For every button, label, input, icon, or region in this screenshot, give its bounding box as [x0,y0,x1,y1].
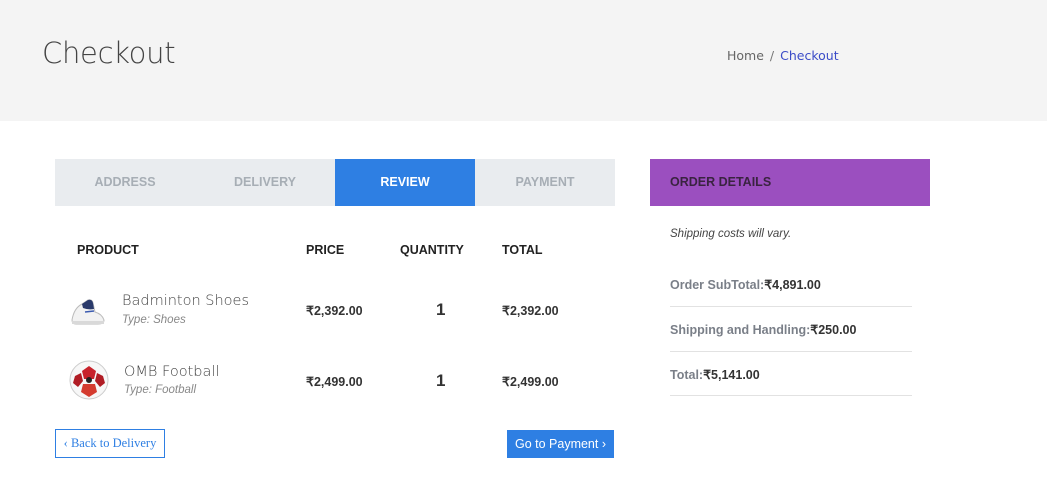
product-type: Type: Shoes [122,314,186,326]
subtotal-label: Order SubTotal: [670,278,765,292]
back-to-delivery-button[interactable]: ‹ Back to Delivery [55,429,165,458]
total-label: Total: [670,368,704,382]
shipping-label: Shipping and Handling: [670,323,811,337]
order-total: Total:₹5,141.00 [670,351,912,396]
step-address[interactable]: ADDRESS [55,159,195,206]
product-name[interactable]: Badminton Shoes [122,293,249,309]
football-icon [69,360,109,400]
step-delivery[interactable]: DELIVERY [195,159,335,206]
shoe-icon [68,290,108,330]
step-payment[interactable]: PAYMENT [475,159,615,206]
breadcrumb-current[interactable]: Checkout [780,48,838,63]
header-total: TOTAL [502,243,543,257]
header-quantity: QUANTITY [400,243,464,257]
product-price: ₹2,499.00 [306,375,363,389]
table-row: Badminton Shoes Type: Shoes ₹2,392.00 1 … [55,282,615,342]
product-quantity: 1 [436,300,446,319]
header-product: PRODUCT [77,243,139,257]
subtotal-value: ₹4,891.00 [764,278,821,292]
order-details-heading: ORDER DETAILS [650,159,930,206]
order-subtotal: Order SubTotal:₹4,891.00 [670,262,912,307]
table-row: OMB Football Type: Football ₹2,499.00 1 … [55,353,615,413]
step-review[interactable]: REVIEW [335,159,475,206]
checkout-steps: ADDRESS DELIVERY REVIEW PAYMENT [55,159,615,206]
product-quantity: 1 [436,371,446,390]
product-total: ₹2,392.00 [502,304,559,318]
shipping-value: ₹250.00 [810,323,857,337]
page-header: Checkout Home / Checkout [0,0,1047,121]
breadcrumb-home-link[interactable]: Home [727,48,764,63]
shipping-note: Shipping costs will vary. [670,228,792,240]
product-name[interactable]: OMB Football [124,364,219,380]
product-price: ₹2,392.00 [306,304,363,318]
order-shipping: Shipping and Handling:₹250.00 [670,307,912,352]
product-total: ₹2,499.00 [502,375,559,389]
go-to-payment-button[interactable]: Go to Payment › [507,430,614,458]
header-price: PRICE [306,243,345,257]
product-type: Type: Football [124,384,197,396]
breadcrumb-separator: / [769,48,775,63]
breadcrumb: Home / Checkout [727,48,839,63]
total-value: ₹5,141.00 [703,368,760,382]
page-title: Checkout [42,36,176,70]
